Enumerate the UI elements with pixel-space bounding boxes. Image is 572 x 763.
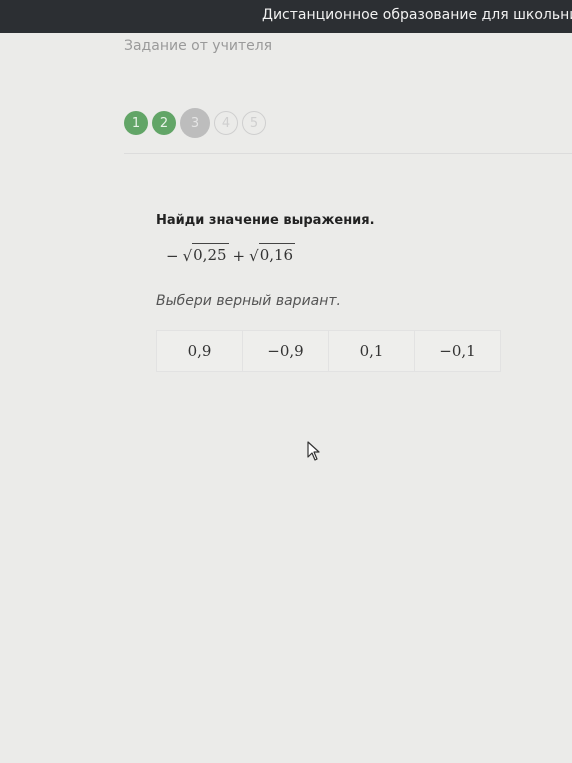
- math-expression: − √ 0,25 + √ 0,16: [162, 243, 296, 265]
- radicand-1: 0,25: [192, 243, 229, 264]
- radicand-2: 0,16: [258, 243, 296, 264]
- plus-sign: +: [232, 247, 246, 265]
- answer-option-3[interactable]: 0,1: [329, 330, 415, 372]
- step-5[interactable]: 5: [242, 111, 266, 135]
- step-1[interactable]: 1: [124, 111, 148, 135]
- sqrt-icon: √: [249, 247, 259, 265]
- instruction-text: Выбери верный вариант.: [156, 293, 342, 309]
- mouse-pointer-icon: [307, 441, 320, 461]
- top-header-bar: Дистанционное образование для школьников…: [0, 0, 572, 33]
- step-4[interactable]: 4: [214, 111, 238, 135]
- sqrt-term-1: √ 0,25: [183, 243, 229, 265]
- site-title: Дистанционное образование для школьников…: [262, 7, 572, 23]
- answer-option-4[interactable]: −0,1: [415, 330, 501, 372]
- answer-option-1[interactable]: 0,9: [156, 330, 243, 372]
- step-3[interactable]: 3: [180, 108, 210, 138]
- task-title: Найди значение выражения.: [156, 213, 375, 228]
- sqrt-term-2: √ 0,16: [249, 243, 296, 265]
- answer-option-2[interactable]: −0,9: [243, 330, 329, 372]
- section-divider: [124, 153, 572, 154]
- step-2[interactable]: 2: [152, 111, 176, 135]
- answer-options: 0,9 −0,9 0,1 −0,1: [156, 330, 501, 372]
- minus-sign: −: [166, 247, 179, 265]
- sqrt-icon: √: [182, 247, 193, 265]
- page-subtitle: Задание от учителя: [124, 38, 273, 54]
- task-progress: 1 2 3 4 5: [124, 108, 270, 138]
